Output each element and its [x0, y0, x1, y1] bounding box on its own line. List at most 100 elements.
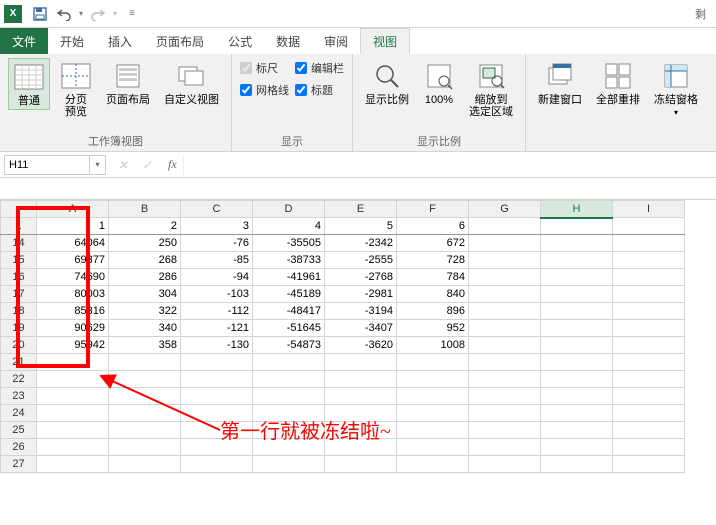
- page-layout-view-button[interactable]: 页面布局: [102, 58, 154, 108]
- name-box[interactable]: H11: [4, 155, 90, 175]
- cell[interactable]: 952: [397, 320, 469, 337]
- cell[interactable]: [181, 371, 253, 388]
- cell[interactable]: [541, 218, 613, 235]
- cell[interactable]: -103: [181, 286, 253, 303]
- cell[interactable]: [181, 456, 253, 473]
- new-window-button[interactable]: 新建窗口: [534, 58, 586, 108]
- select-all-corner[interactable]: [1, 201, 37, 218]
- formula-bar-checkbox[interactable]: 编辑栏: [295, 58, 344, 78]
- row-header[interactable]: 19: [1, 320, 37, 337]
- cell[interactable]: 80003: [37, 286, 109, 303]
- cell[interactable]: [325, 456, 397, 473]
- cell[interactable]: [325, 388, 397, 405]
- cell[interactable]: [469, 320, 541, 337]
- cell[interactable]: [181, 388, 253, 405]
- cell[interactable]: -51645: [253, 320, 325, 337]
- cell[interactable]: [397, 388, 469, 405]
- row-header[interactable]: 26: [1, 439, 37, 456]
- arrange-all-button[interactable]: 全部重排: [592, 58, 644, 108]
- cell[interactable]: 784: [397, 269, 469, 286]
- cell[interactable]: 64064: [37, 235, 109, 252]
- cell[interactable]: [469, 303, 541, 320]
- tab-review[interactable]: 审阅: [312, 28, 360, 54]
- cell[interactable]: [397, 422, 469, 439]
- cell[interactable]: 5: [325, 218, 397, 235]
- cell[interactable]: 250: [109, 235, 181, 252]
- col-header-A[interactable]: A: [37, 201, 109, 218]
- cell[interactable]: [181, 354, 253, 371]
- cell[interactable]: [613, 354, 685, 371]
- cell[interactable]: [541, 405, 613, 422]
- cell[interactable]: [37, 405, 109, 422]
- cell[interactable]: [253, 354, 325, 371]
- cell[interactable]: [253, 456, 325, 473]
- cell[interactable]: [613, 388, 685, 405]
- cell[interactable]: [469, 422, 541, 439]
- cell[interactable]: [613, 320, 685, 337]
- cell[interactable]: [37, 422, 109, 439]
- cell[interactable]: [469, 252, 541, 269]
- cell[interactable]: [37, 354, 109, 371]
- cell[interactable]: [613, 337, 685, 354]
- cell[interactable]: -45189: [253, 286, 325, 303]
- row-header[interactable]: 24: [1, 405, 37, 422]
- cell[interactable]: [181, 439, 253, 456]
- cell[interactable]: -112: [181, 303, 253, 320]
- cell[interactable]: [613, 218, 685, 235]
- cell[interactable]: -94: [181, 269, 253, 286]
- fx-icon[interactable]: fx: [164, 157, 177, 172]
- cell[interactable]: -54873: [253, 337, 325, 354]
- cell[interactable]: [613, 371, 685, 388]
- cell[interactable]: [613, 269, 685, 286]
- cell[interactable]: -3620: [325, 337, 397, 354]
- cell[interactable]: [325, 405, 397, 422]
- cell[interactable]: [613, 286, 685, 303]
- row-header[interactable]: 15: [1, 252, 37, 269]
- cell[interactable]: [253, 388, 325, 405]
- cell[interactable]: [541, 439, 613, 456]
- col-header-B[interactable]: B: [109, 201, 181, 218]
- cell[interactable]: [253, 371, 325, 388]
- cell[interactable]: -2555: [325, 252, 397, 269]
- cell[interactable]: [109, 388, 181, 405]
- spreadsheet-grid[interactable]: ABCDEFGHI 11234561464064250-76-35505-234…: [0, 200, 716, 473]
- cell[interactable]: 69377: [37, 252, 109, 269]
- cell[interactable]: [469, 269, 541, 286]
- cell[interactable]: -3407: [325, 320, 397, 337]
- cell[interactable]: 1008: [397, 337, 469, 354]
- row-header[interactable]: 21: [1, 354, 37, 371]
- cell[interactable]: -76: [181, 235, 253, 252]
- cell[interactable]: [253, 439, 325, 456]
- row-header[interactable]: 14: [1, 235, 37, 252]
- cell[interactable]: [109, 354, 181, 371]
- row-header[interactable]: 16: [1, 269, 37, 286]
- cell[interactable]: -85: [181, 252, 253, 269]
- cell[interactable]: [541, 235, 613, 252]
- cell[interactable]: [109, 456, 181, 473]
- cell[interactable]: [541, 303, 613, 320]
- cell[interactable]: 2: [109, 218, 181, 235]
- cell[interactable]: [469, 439, 541, 456]
- cell[interactable]: [325, 422, 397, 439]
- col-header-I[interactable]: I: [613, 201, 685, 218]
- cell[interactable]: [181, 405, 253, 422]
- cell[interactable]: [397, 439, 469, 456]
- cell[interactable]: [397, 354, 469, 371]
- tab-page-layout[interactable]: 页面布局: [144, 28, 216, 54]
- headings-checkbox[interactable]: 标题: [295, 80, 344, 100]
- cell[interactable]: [253, 405, 325, 422]
- cell[interactable]: [541, 286, 613, 303]
- undo-button[interactable]: [52, 2, 76, 26]
- cell[interactable]: [613, 235, 685, 252]
- cell[interactable]: [253, 422, 325, 439]
- cell[interactable]: [469, 286, 541, 303]
- cell[interactable]: 304: [109, 286, 181, 303]
- row-header[interactable]: 25: [1, 422, 37, 439]
- qat-customize[interactable]: ≡: [120, 2, 144, 26]
- custom-views-button[interactable]: 自定义视图: [160, 58, 223, 108]
- cell[interactable]: 840: [397, 286, 469, 303]
- cell[interactable]: [541, 337, 613, 354]
- col-header-E[interactable]: E: [325, 201, 397, 218]
- cell[interactable]: -38733: [253, 252, 325, 269]
- enter-formula-icon[interactable]: ✓: [136, 158, 158, 172]
